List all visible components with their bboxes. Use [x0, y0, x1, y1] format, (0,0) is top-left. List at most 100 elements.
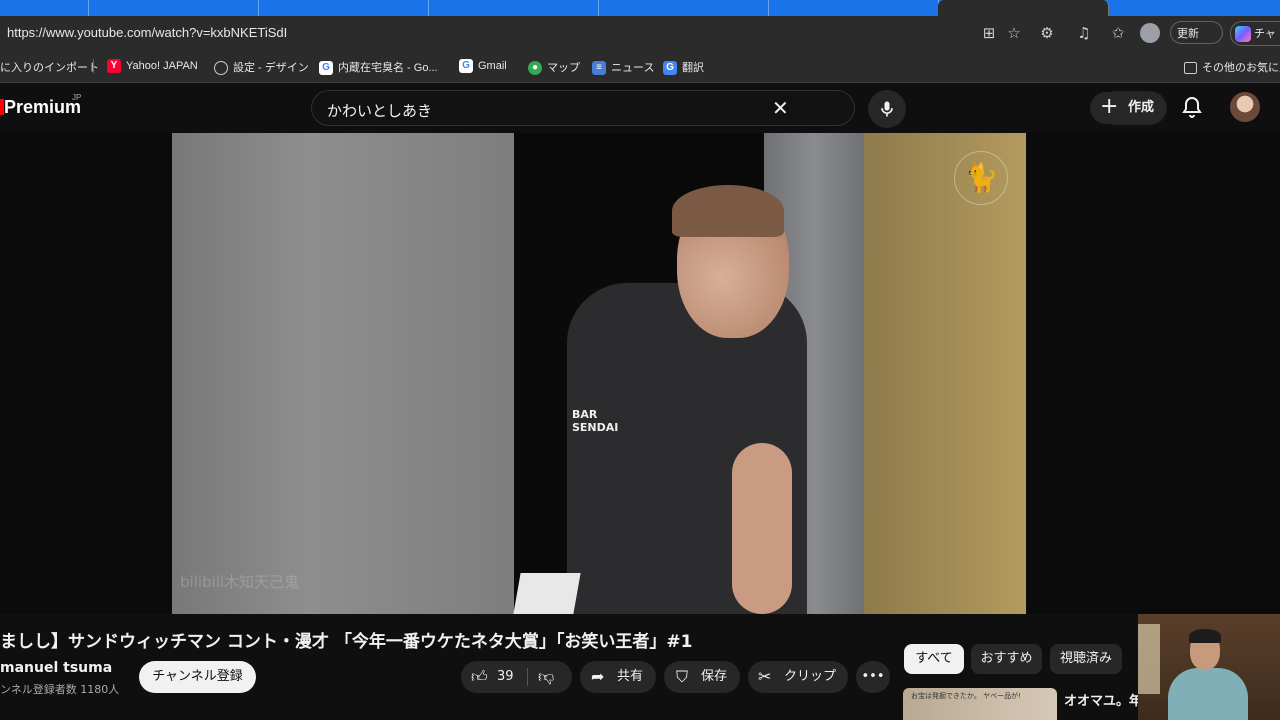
bookmark-label: に入りのインポート: [0, 62, 99, 74]
bookmark-label: その他のお気に入: [1202, 62, 1280, 74]
subscribe-button[interactable]: チャンネル登録: [139, 661, 256, 693]
browser-tab[interactable]: [258, 0, 429, 16]
copilot-label: チャ: [1254, 27, 1276, 40]
region-label: JP: [72, 93, 82, 102]
logo-text: Premium: [4, 97, 82, 117]
browser-tab[interactable]: [0, 0, 89, 16]
translate-icon: G: [663, 61, 677, 76]
youtube-header: Premium JP かわいとしあき ✕ + 作成: [0, 83, 1280, 133]
browser-tab-strip: [0, 0, 1280, 16]
favorites-icon[interactable]: ✩: [1108, 23, 1128, 43]
browser-tab[interactable]: [88, 0, 259, 16]
account-avatar[interactable]: [1230, 92, 1260, 122]
bookmark-settings[interactable]: 設定 - デザイン: [214, 59, 309, 76]
split-screen-icon[interactable]: ⊞: [979, 23, 999, 43]
profile-icon[interactable]: [1140, 23, 1160, 43]
copilot-button[interactable]: チャ: [1230, 21, 1280, 46]
video-watermark: bilibili木知天己鬼: [180, 573, 300, 591]
update-button[interactable]: 更新 •••: [1170, 21, 1223, 63]
bookmark-label: ニュース: [611, 62, 655, 74]
youtube-premium-logo[interactable]: Premium JP: [0, 93, 82, 118]
share-button[interactable]: ➦ 共有: [580, 661, 656, 693]
bookmark-news[interactable]: ≡ ニュース: [592, 59, 655, 76]
browser-tab[interactable]: [428, 0, 599, 16]
video-player[interactable]: BAR SENDAI 🐈 bilibili木知天己鬼: [0, 133, 1280, 614]
more-actions-button[interactable]: •••: [856, 661, 890, 693]
save-button[interactable]: ⛉ 保存: [664, 661, 740, 693]
address-bar[interactable]: https://www.youtube.com/watch?v=kxbNKETi…: [7, 25, 287, 40]
video-title: ましし】サンドウィッチマン コント・漫才 「今年一番ウケたネタ大賞」「お笑い王者…: [0, 632, 693, 652]
thumbnail-text: お宝は発掘できたか。 ヤベー品が!: [911, 692, 1021, 700]
webcam-overlay: [1138, 614, 1280, 720]
notifications-bell-icon[interactable]: [1180, 95, 1204, 119]
update-label: 更新: [1177, 27, 1199, 40]
script-paper: [513, 573, 581, 614]
folder-icon: [1184, 62, 1197, 75]
bookmarks-bar: に入りのインポート Y Yahoo! JAPAN 設定 - デザイン G 内蔵在宅臭…: [0, 50, 1280, 83]
bookmark-icon: ⛉: [676, 667, 689, 686]
bookmark-other-favorites[interactable]: その他のお気に入: [1184, 59, 1280, 75]
save-label: 保存: [701, 669, 728, 684]
more-actions-icon: •••: [861, 669, 885, 684]
bookmark-import[interactable]: に入りのインポート: [0, 59, 99, 75]
copilot-icon: [1235, 26, 1251, 42]
webcam-person-body: [1168, 668, 1248, 720]
video-frame: BAR SENDAI 🐈 bilibili木知天己鬼: [172, 133, 1026, 614]
thumbs-down-icon[interactable]: 👎︎: [538, 661, 554, 693]
stage-wall: [864, 133, 1026, 614]
webcam-person-hair: [1189, 629, 1221, 643]
channel-name[interactable]: manuel tsuma: [0, 660, 112, 676]
bookmark-label: マップ: [547, 62, 580, 74]
extensions-icon[interactable]: ⚙: [1037, 23, 1057, 43]
shirt-print: BAR SENDAI: [572, 408, 619, 434]
address-bar-row: https://www.youtube.com/watch?v=kxbNKETi…: [0, 16, 1280, 63]
bookmark-translate[interactable]: G 翻訳: [663, 59, 704, 76]
thumbs-up-icon[interactable]: 👍︎: [471, 661, 488, 693]
plus-icon: +: [1100, 94, 1119, 119]
clear-search-icon[interactable]: ✕: [772, 96, 789, 120]
bookmark-google-search[interactable]: G 内蔵在宅臭名 - Go...: [319, 59, 438, 76]
recommendation-thumbnail[interactable]: お宝は発掘できたか。 ヤベー品が!: [903, 688, 1057, 720]
bookmark-separator: [93, 59, 94, 73]
news-icon: ≡: [592, 61, 606, 76]
chip-watched[interactable]: 視聴済み: [1050, 644, 1122, 674]
bookmark-gmail[interactable]: G Gmail: [459, 59, 507, 73]
like-count[interactable]: 39: [497, 661, 514, 693]
google-icon: G: [319, 61, 333, 76]
browser-tab[interactable]: [598, 0, 769, 16]
clip-label: クリップ: [784, 669, 837, 684]
microphone-icon: [881, 101, 893, 117]
stage-curtain: [172, 133, 514, 614]
voice-search-button[interactable]: [868, 90, 906, 128]
performer-hair: [672, 185, 784, 237]
media-icon[interactable]: ♫: [1074, 23, 1094, 43]
like-dislike-group: 👍︎ 39 👎︎: [461, 661, 572, 693]
clip-button[interactable]: ✂ クリップ: [748, 661, 848, 693]
bookmark-label: 内蔵在宅臭名 - Go...: [338, 62, 438, 74]
like-divider: [527, 668, 528, 686]
maps-icon: ●: [528, 61, 542, 76]
browser-tab[interactable]: [768, 0, 939, 16]
chip-all[interactable]: すべて: [904, 644, 964, 674]
performer-arm: [732, 443, 792, 614]
search-box[interactable]: かわいとしあき ✕: [311, 90, 1167, 126]
recommendation-title[interactable]: オオマユ。年: [1064, 690, 1142, 709]
bookmark-label: Gmail: [478, 59, 507, 72]
bookmark-maps[interactable]: ● マップ: [528, 59, 580, 76]
create-label: 作成: [1127, 100, 1154, 115]
globe-icon: [214, 61, 228, 76]
bookmark-label: Yahoo! JAPAN: [126, 59, 198, 72]
browser-tab-active[interactable]: [938, 0, 1109, 16]
room-window: [1138, 624, 1160, 694]
favorite-star-icon[interactable]: ☆: [1004, 23, 1024, 43]
scissors-icon: ✂: [758, 667, 772, 686]
share-label: 共有: [617, 669, 644, 684]
cat-logo-icon: 🐈: [954, 151, 1008, 205]
search-input[interactable]: かわいとしあき: [327, 100, 432, 121]
bookmark-yahoo[interactable]: Y Yahoo! JAPAN: [107, 59, 198, 73]
google-icon: G: [459, 59, 473, 73]
bookmark-label: 翻訳: [682, 62, 704, 74]
create-button[interactable]: + 作成: [1090, 92, 1166, 124]
subscriber-count: ンネル登録者数 1180人: [0, 683, 120, 696]
chip-recommended[interactable]: おすすめ: [971, 644, 1042, 674]
